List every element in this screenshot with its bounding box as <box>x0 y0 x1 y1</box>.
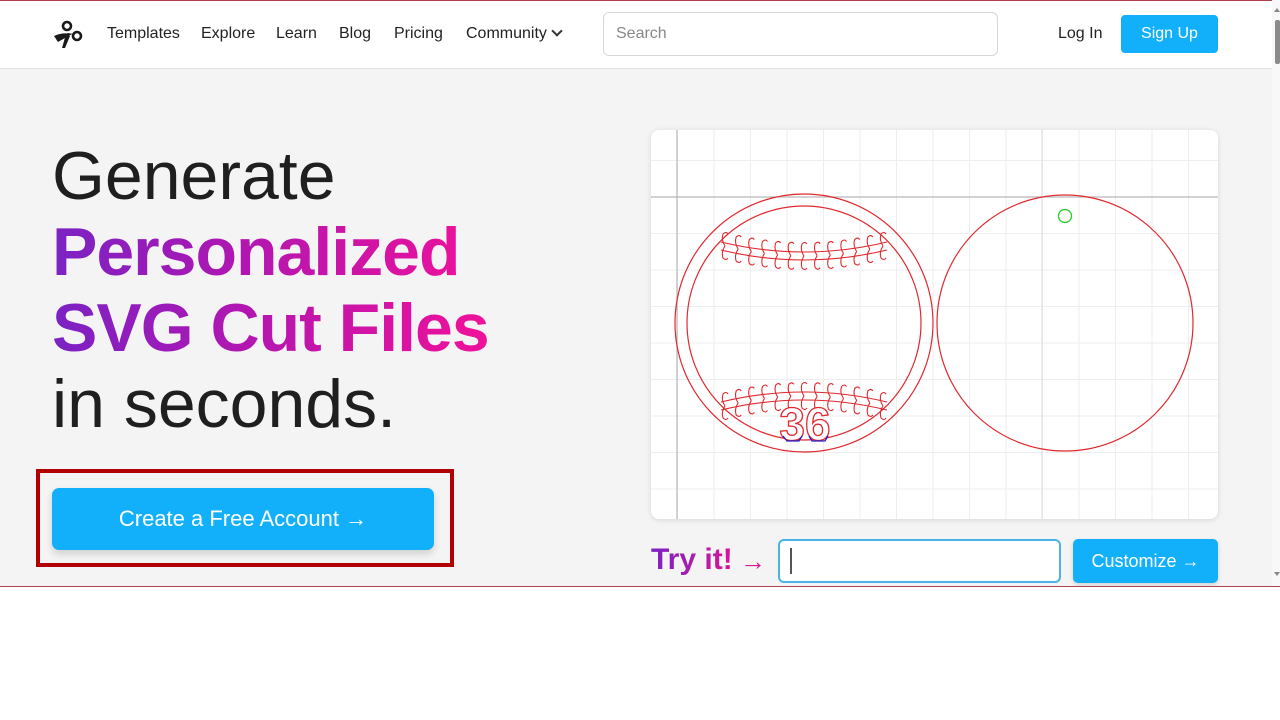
nav-pricing[interactable]: Pricing <box>394 25 443 43</box>
nav-learn[interactable]: Learn <box>276 25 317 43</box>
stitch-mark <box>879 391 887 407</box>
customize-text-input[interactable] <box>778 539 1061 583</box>
customize-button[interactable]: Customize → <box>1073 539 1218 583</box>
jersey-number: 36 <box>779 398 830 450</box>
stitch-mark <box>879 245 887 261</box>
scroll-down-arrow-icon[interactable] <box>1274 572 1280 576</box>
stitch-mark <box>787 255 795 270</box>
nav-templates[interactable]: Templates <box>107 25 180 43</box>
headline-line-1: Generate <box>52 138 336 214</box>
stitch-mark <box>734 235 742 250</box>
stitch-mark <box>840 239 847 254</box>
stitch-mark <box>721 245 729 261</box>
stitch-mark <box>853 251 861 266</box>
stitch-mark <box>800 241 808 257</box>
hero-headline: Generate Personalized SVG Cut Files in s… <box>52 138 490 442</box>
stitch-mark <box>748 386 755 401</box>
hanging-hole-icon <box>1057 208 1073 224</box>
stitch-mark <box>800 255 808 271</box>
stitch-mark <box>787 241 795 257</box>
stitch-mark <box>761 239 768 254</box>
stitch-mark <box>721 391 729 407</box>
stitch-mark <box>734 248 742 264</box>
stitch-mark <box>813 241 821 257</box>
stitch-mark <box>800 381 808 397</box>
try-it-label: Try it! <box>651 543 733 576</box>
stitch-mark <box>853 237 861 252</box>
canvas-grid <box>651 130 1218 519</box>
arrow-right-icon: → <box>740 546 766 576</box>
login-link[interactable]: Log In <box>1058 25 1102 43</box>
stitch-mark <box>774 383 782 398</box>
nav-explore[interactable]: Explore <box>201 25 255 43</box>
headline-line-2: Personalized <box>52 214 489 290</box>
signup-button[interactable]: Sign Up <box>1121 15 1218 53</box>
chevron-down-icon <box>551 25 563 37</box>
stitch-mark <box>866 235 874 250</box>
stitch-mark <box>787 382 795 397</box>
stitch-mark <box>866 388 874 404</box>
stitch-mark <box>866 402 874 417</box>
stitch-mark <box>827 383 834 398</box>
stitch-mark <box>827 254 834 269</box>
stitch-mark <box>748 251 755 266</box>
nav-blog[interactable]: Blog <box>339 25 371 43</box>
text-caret <box>790 548 792 574</box>
stitch-mark <box>813 382 821 397</box>
headline-line-4: in seconds. <box>52 366 396 442</box>
headline-line-3: SVG Cut Files <box>52 290 490 366</box>
create-account-button[interactable]: Create a Free Account → <box>52 488 434 550</box>
stitch-mark <box>840 398 847 413</box>
seam-line <box>720 241 888 253</box>
stitch-mark <box>748 237 755 252</box>
site-header: Templates Explore Learn Blog Pricing Com… <box>0 1 1272 69</box>
scroll-up-arrow-icon[interactable] <box>1274 8 1280 12</box>
stitch-mark <box>866 248 874 264</box>
stitch-mark <box>734 402 742 417</box>
scrollbar-thumb[interactable] <box>1275 20 1280 64</box>
scissors-icon[interactable] <box>52 20 84 50</box>
stitches-top <box>720 231 888 271</box>
stitch-mark <box>774 254 782 269</box>
stitch-mark <box>761 384 768 399</box>
stitch-mark <box>853 400 861 415</box>
stitch-mark <box>748 400 755 415</box>
stitch-mark <box>813 255 821 270</box>
stitch-mark <box>853 386 861 401</box>
vertical-scrollbar[interactable] <box>1272 0 1280 586</box>
stitch-mark <box>774 240 782 256</box>
stitch-mark <box>840 253 847 268</box>
stitch-mark <box>840 384 847 399</box>
preview-drawing: 36 <box>651 130 1218 519</box>
page-viewport: Templates Explore Learn Blog Pricing Com… <box>0 0 1280 587</box>
stitch-mark <box>734 388 742 404</box>
stitch-mark <box>827 240 834 256</box>
nav-community-label: Community <box>466 25 547 42</box>
search-input[interactable] <box>603 12 998 56</box>
nav-community[interactable]: Community <box>466 25 563 43</box>
svg-preview-canvas[interactable]: 36 <box>651 130 1218 519</box>
stitch-mark <box>761 398 768 413</box>
stitch-mark <box>761 253 768 268</box>
